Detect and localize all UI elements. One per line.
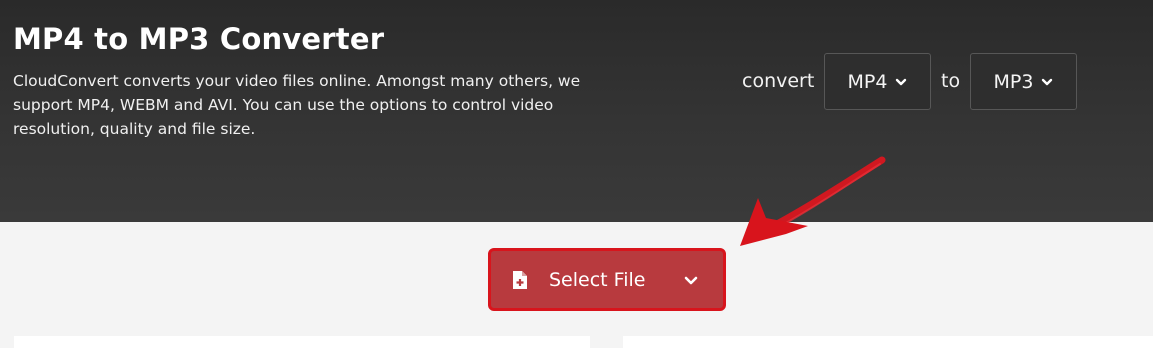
page-title: MP4 to MP3 Converter [13, 22, 385, 56]
to-format-value: MP3 [993, 70, 1034, 93]
convert-label: convert [742, 70, 815, 92]
chevron-down-icon [896, 78, 907, 85]
chevron-down-icon[interactable] [684, 275, 698, 287]
red-arrow-icon [740, 156, 886, 246]
file-plus-icon [513, 270, 527, 289]
to-format-select[interactable]: MP3 [970, 53, 1077, 110]
right-panel [623, 336, 1153, 348]
from-format-select[interactable]: MP4 [824, 53, 931, 110]
select-file-button[interactable]: Select File [488, 248, 726, 311]
page-description: CloudConvert converts your video files o… [13, 72, 581, 138]
left-panel [14, 336, 590, 348]
select-file-label: Select File [549, 268, 646, 291]
to-label: to [941, 70, 961, 92]
hero-header: MP4 to MP3 Converter CloudConvert conver… [0, 0, 1153, 222]
from-format-value: MP4 [847, 70, 888, 93]
chevron-down-icon [1042, 78, 1053, 85]
